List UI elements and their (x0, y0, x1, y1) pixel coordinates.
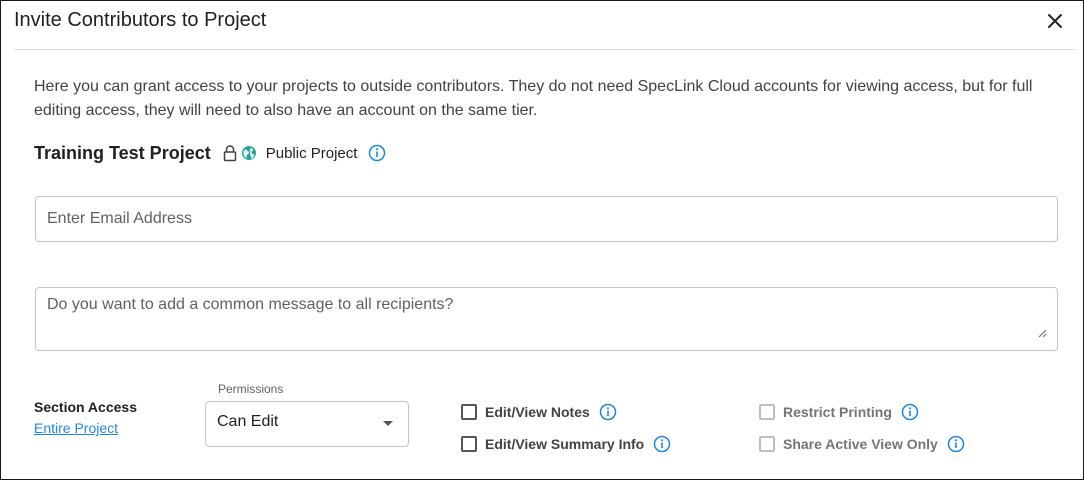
dialog-header: Invite Contributors to Project (1, 1, 1083, 49)
dialog-description: Here you can grant access to your projec… (34, 78, 1033, 119)
section-access-label: Section Access (34, 399, 137, 415)
info-icon[interactable] (599, 403, 617, 421)
permissions-select[interactable]: Can Edit (205, 401, 409, 447)
info-icon[interactable] (901, 403, 919, 421)
edit-view-summary-option[interactable]: Edit/View Summary Info (461, 434, 671, 454)
email-field-container (35, 196, 1058, 242)
info-icon[interactable] (947, 435, 965, 453)
info-icon[interactable] (368, 144, 386, 162)
permissions-selected-value: Can Edit (217, 413, 279, 430)
info-icon[interactable] (653, 435, 671, 453)
project-name: Training Test Project (34, 142, 211, 163)
dialog-title: Invite Contributors to Project (14, 9, 267, 31)
share-active-view-label: Share Active View Only (783, 436, 938, 452)
permissions-label: Permissions (217, 382, 285, 396)
caret-down-icon (383, 421, 393, 426)
lock-icon (222, 144, 238, 162)
resize-grip-icon[interactable] (1038, 329, 1047, 338)
close-icon (1048, 14, 1062, 28)
restrict-printing-checkbox (759, 404, 775, 420)
email-field[interactable] (36, 197, 1057, 241)
globe-icon (241, 145, 257, 161)
project-info-row: Training Test Project Public Project (34, 141, 386, 165)
entire-project-link[interactable]: Entire Project (34, 420, 118, 436)
restrict-printing-option: Restrict Printing (759, 402, 919, 422)
edit-view-summary-label: Edit/View Summary Info (485, 436, 645, 452)
share-active-view-option: Share Active View Only (759, 434, 965, 454)
edit-view-notes-label: Edit/View Notes (485, 404, 590, 420)
edit-view-summary-checkbox[interactable] (461, 436, 477, 452)
edit-view-notes-checkbox[interactable] (461, 404, 477, 420)
close-button[interactable] (1041, 7, 1069, 35)
restrict-printing-label: Restrict Printing (783, 404, 892, 420)
edit-view-notes-option[interactable]: Edit/View Notes (461, 402, 617, 422)
header-divider (14, 49, 1076, 50)
message-field-container (35, 287, 1058, 351)
visibility-label: Public Project (265, 144, 358, 162)
share-active-view-checkbox (759, 436, 775, 452)
invite-contributors-dialog: Invite Contributors to Project Here you … (0, 0, 1084, 480)
message-field[interactable] (36, 288, 1057, 350)
